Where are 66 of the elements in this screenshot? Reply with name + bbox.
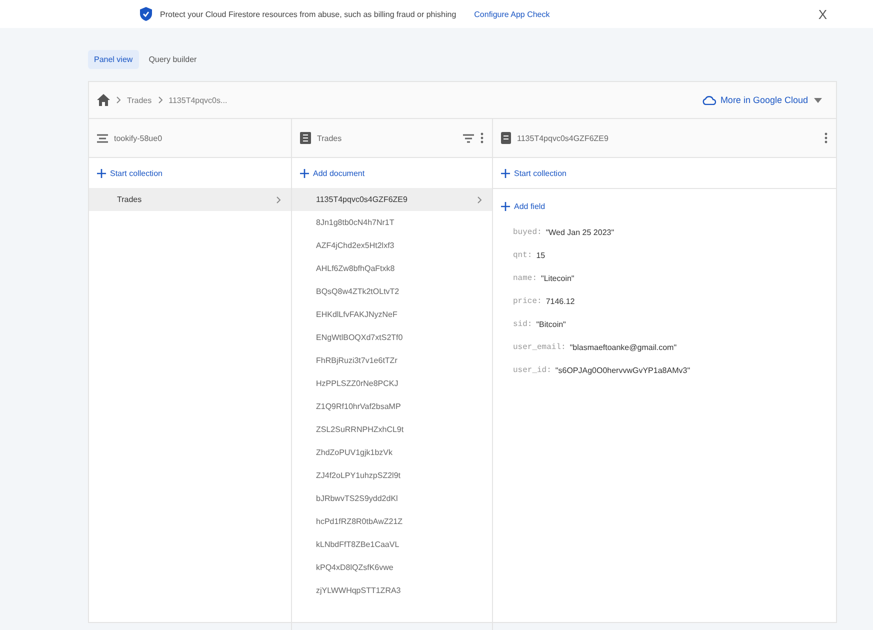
plus-icon — [300, 168, 309, 178]
field-value: "Wed Jan 25 2023" — [546, 228, 614, 237]
list-item[interactable]: 1135T4pqvc0s4GZF6ZE9 — [292, 188, 492, 211]
add-button[interactable]: Start collection — [493, 158, 574, 188]
list-item[interactable]: ZhdZoPUV1gjk1bzVk — [292, 441, 492, 464]
field-key: user_email: — [513, 343, 566, 352]
list-item[interactable]: BQsQ8w4ZTk2tOLtvT2 — [292, 280, 492, 303]
list-item[interactable]: kPQ4xD8lQZsfK6vwe — [292, 556, 492, 579]
view-tab[interactable]: Panel view — [88, 50, 139, 69]
field-value: 15 — [536, 251, 546, 260]
more-icon[interactable] — [824, 132, 828, 144]
plus-icon — [97, 168, 106, 178]
view-tab[interactable]: Query builder — [142, 50, 203, 69]
field-value: "s6OPJAg0O0hervvwGvYP1a8AMv3" — [555, 366, 690, 375]
column-title: Trades — [317, 134, 342, 142]
list-item[interactable]: 8Jn1g8tb0cN4h7Nr1T — [292, 211, 492, 234]
chevron-icon — [276, 196, 281, 204]
filter-icon[interactable] — [463, 134, 474, 142]
plus-icon — [501, 202, 510, 210]
add-button[interactable]: Add document — [292, 158, 373, 188]
field-value: 7146.12 — [546, 297, 575, 306]
field-value: "Litecoin" — [541, 274, 574, 283]
list-item[interactable]: HzPPLSZZ0rNe8PCKJ — [292, 372, 492, 395]
list-item[interactable]: AZF4jChd2ex5Ht2lxf3 — [292, 234, 492, 257]
column-title: 1135T4pqvc0s4GZF6ZE9 — [517, 134, 608, 142]
banner-message: Protect your Cloud Firestore resources from abuse, such as billing fraud or phishing — [160, 10, 456, 18]
list-item[interactable]: ENgWtlBOQXd7xtS2Tf0 — [292, 326, 492, 349]
list-item[interactable]: kLNbdFfT8ZBe1CaaVL — [292, 533, 492, 556]
chevron-icon — [477, 196, 482, 204]
field-key: user_id: — [513, 366, 552, 375]
list-item[interactable]: ZSL2SuRRNPHZxhCL9t — [292, 418, 492, 441]
column-title: tookify-58ue0 — [114, 134, 162, 142]
plus-icon — [501, 168, 510, 178]
chevron-icon — [116, 96, 121, 104]
list-item[interactable]: Trades — [89, 188, 291, 211]
field-key: qnt: — [513, 251, 532, 260]
field-value: "Bitcoin" — [536, 320, 566, 329]
list-item[interactable]: Z1Q9Rf10hrVaf2bsaMP — [292, 395, 492, 418]
list-item[interactable]: bJRbwvTS2S9ydd2dKl — [292, 487, 492, 510]
list-item[interactable]: ZJ4f2oLPY1uhzpSZ2l9t — [292, 464, 492, 487]
configure-link[interactable]: Configure App Check — [474, 10, 550, 18]
dropdown-icon[interactable] — [814, 98, 822, 102]
breadcrumb-link[interactable]: 1135T4pqvc0s... — [168, 96, 228, 104]
field-key: price: — [513, 297, 542, 306]
home-icon[interactable] — [97, 94, 110, 106]
shield-icon — [140, 7, 152, 21]
field-key: name: — [513, 274, 538, 283]
list-item[interactable]: EHKdlLfvFAKJNyzNeF — [292, 303, 492, 326]
list-item[interactable]: FhRBjRuzi3t7v1e6tTZr — [292, 349, 492, 372]
list-item[interactable]: zjYLWWHqpSTT1ZRA3 — [292, 579, 492, 602]
cloud-link[interactable]: More in Google Cloud — [702, 95, 808, 105]
cloud-icon — [702, 95, 716, 105]
breadcrumb-link[interactable]: Trades — [127, 96, 152, 104]
field-value: "blasmaeftoanke@gmail.com" — [570, 343, 677, 352]
collection-icon — [300, 132, 311, 144]
field-key: sid: — [513, 320, 532, 329]
close-button[interactable]: X — [812, 6, 833, 22]
list-item[interactable]: hcPd1fRZ8R0tbAwZ21Z — [292, 510, 492, 533]
add-field-button[interactable]: Add field — [493, 191, 554, 221]
more-icon[interactable] — [480, 132, 484, 144]
database-icon — [97, 132, 108, 144]
document-icon — [501, 132, 511, 144]
field-key: buyed: — [513, 228, 542, 237]
list-item[interactable]: AHLf6Zw8bfhQaFtxk8 — [292, 257, 492, 280]
add-button[interactable]: Start collection — [89, 158, 170, 188]
chevron-icon — [158, 96, 163, 104]
